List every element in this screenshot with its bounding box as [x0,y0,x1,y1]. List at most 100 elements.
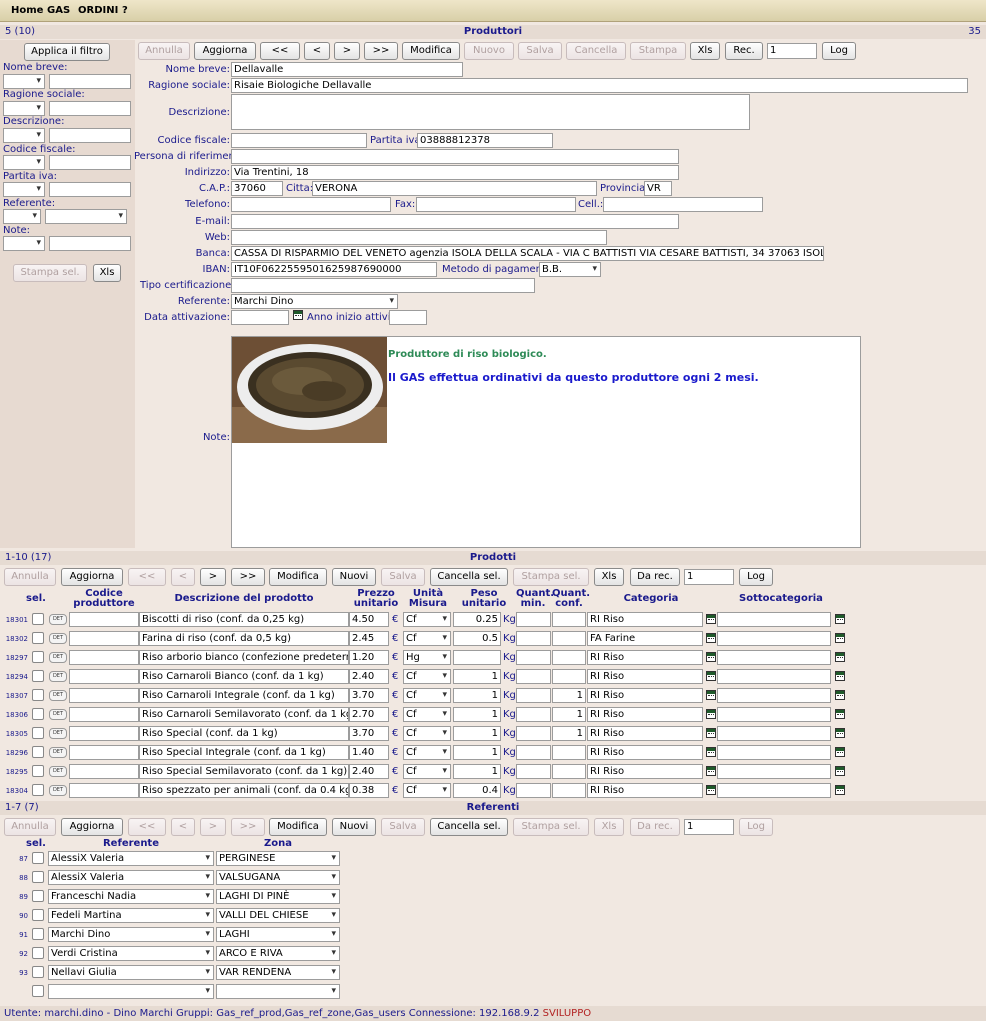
product-description-input[interactable]: Farina di riso (conf. da 0,5 kg) [139,631,349,646]
descrizione-textarea[interactable] [231,94,750,130]
subcategory-picker-icon[interactable] [835,652,845,662]
referenti-rec-input[interactable]: 1 [684,819,734,835]
product-category-input[interactable]: RI Riso [587,650,703,665]
product-subcategory-input[interactable] [717,650,831,665]
produttori-next-button[interactable]: > [334,42,360,60]
prodotti-salva-button[interactable]: Salva [381,568,425,586]
product-unit-select[interactable]: Hg [403,650,451,665]
banca-input[interactable]: CASSA DI RISPARMIO DEL VENETO agenzia IS… [231,246,824,261]
product-unit-select[interactable]: Cf [403,726,451,741]
product-weight-input[interactable]: 0.5 [453,631,501,646]
product-row-checkbox[interactable] [32,708,44,720]
product-price-input[interactable]: 2.70 [349,707,389,722]
product-row-det-button[interactable]: DET [49,690,67,701]
product-unit-select[interactable]: Cf [403,612,451,627]
category-picker-icon[interactable] [706,633,716,643]
product-row-det-button[interactable]: DET [49,614,67,625]
filter-op-descrizione[interactable] [3,128,45,143]
web-input[interactable] [231,230,607,245]
apply-filter-button[interactable]: Applica il filtro [24,43,110,61]
product-qconf-input[interactable]: 1 [552,688,586,703]
zona-select[interactable]: VAR RENDENA [216,965,340,980]
subcategory-picker-icon[interactable] [835,614,845,624]
prodotti-last-button[interactable]: >> [231,568,265,586]
product-qmin-input[interactable] [516,669,551,684]
product-row-det-button[interactable]: DET [49,747,67,758]
fax-input[interactable] [416,197,576,212]
product-description-input[interactable]: Riso spezzato per animali (conf. da 0.4 … [139,783,349,798]
subcategory-picker-icon[interactable] [835,785,845,795]
product-description-input[interactable]: Biscotti di riso (conf. da 0,25 kg) [139,612,349,627]
menu-home[interactable]: Home [11,5,43,16]
referente-row-checkbox[interactable] [32,871,44,883]
product-code-input[interactable] [69,669,139,684]
category-picker-icon[interactable] [706,709,716,719]
product-price-input[interactable]: 2.40 [349,764,389,779]
subcategory-picker-icon[interactable] [835,747,845,757]
codice-fiscale-input[interactable] [231,133,367,148]
product-weight-input[interactable]: 1 [453,745,501,760]
product-code-input[interactable] [69,688,139,703]
tipo-certificazione-input[interactable] [231,278,535,293]
product-unit-select[interactable]: Cf [403,707,451,722]
product-category-input[interactable]: RI Riso [587,764,703,779]
metodo-pagamento-select[interactable]: B.B. [539,262,601,277]
product-weight-input[interactable]: 1 [453,688,501,703]
product-row-det-button[interactable]: DET [49,728,67,739]
referente-row-checkbox[interactable] [32,852,44,864]
product-row-checkbox[interactable] [32,670,44,682]
subcategory-picker-icon[interactable] [835,728,845,738]
product-unit-select[interactable]: Cf [403,688,451,703]
product-row-det-button[interactable]: DET [49,785,67,796]
persona-riferimento-input[interactable] [231,149,679,164]
product-price-input[interactable]: 3.70 [349,726,389,741]
product-price-input[interactable]: 1.20 [349,650,389,665]
zona-select[interactable]: VALLI DEL CHIESE [216,908,340,923]
prodotti-da-rec-button[interactable]: Da rec. [630,568,680,586]
produttori-modifica-button[interactable]: Modifica [402,42,460,60]
product-row-checkbox[interactable] [32,765,44,777]
prodotti-annulla-button[interactable]: Annulla [4,568,56,586]
referenti-da-rec-button[interactable]: Da rec. [630,818,680,836]
referenti-prev-button[interactable]: < [171,818,195,836]
product-qmin-input[interactable] [516,612,551,627]
product-category-input[interactable]: RI Riso [587,745,703,760]
product-qconf-input[interactable] [552,669,586,684]
referenti-log-button[interactable]: Log [739,818,773,836]
produttori-rec-button[interactable]: Rec. [725,42,763,60]
produttori-rec-input[interactable]: 1 [767,43,817,59]
referenti-modifica-button[interactable]: Modifica [269,818,327,836]
product-category-input[interactable]: RI Riso [587,726,703,741]
prodotti-rec-input[interactable]: 1 [684,569,734,585]
produttori-prev-button[interactable]: < [304,42,330,60]
category-picker-icon[interactable] [706,614,716,624]
product-subcategory-input[interactable] [717,688,831,703]
product-subcategory-input[interactable] [717,783,831,798]
prodotti-stampa-sel-button[interactable]: Stampa sel. [513,568,589,586]
product-row-checkbox[interactable] [32,632,44,644]
product-subcategory-input[interactable] [717,707,831,722]
filter-input-codice-fiscale[interactable] [49,155,131,170]
product-code-input[interactable] [69,745,139,760]
product-weight-input[interactable]: 1 [453,669,501,684]
produttori-xls-button[interactable]: Xls [690,42,720,60]
filter-op-nome-breve[interactable] [3,74,45,89]
product-row-checkbox[interactable] [32,689,44,701]
product-subcategory-input[interactable] [717,631,831,646]
product-description-input[interactable]: Riso Carnaroli Integrale (conf. da 1 kg) [139,688,349,703]
zona-select[interactable]: ARCO E RIVA [216,946,340,961]
product-qmin-input[interactable] [516,764,551,779]
referenti-aggiorna-button[interactable]: Aggiorna [61,818,123,836]
product-weight-input[interactable] [453,650,501,665]
product-unit-select[interactable]: Cf [403,745,451,760]
product-qconf-input[interactable] [552,650,586,665]
referente-row-checkbox[interactable] [32,909,44,921]
produttori-log-button[interactable]: Log [822,42,856,60]
product-code-input[interactable] [69,612,139,627]
product-row-checkbox[interactable] [32,613,44,625]
zona-select[interactable] [216,984,340,999]
product-row-checkbox[interactable] [32,746,44,758]
category-picker-icon[interactable] [706,690,716,700]
indirizzo-input[interactable]: Via Trentini, 18 [231,165,679,180]
product-subcategory-input[interactable] [717,669,831,684]
